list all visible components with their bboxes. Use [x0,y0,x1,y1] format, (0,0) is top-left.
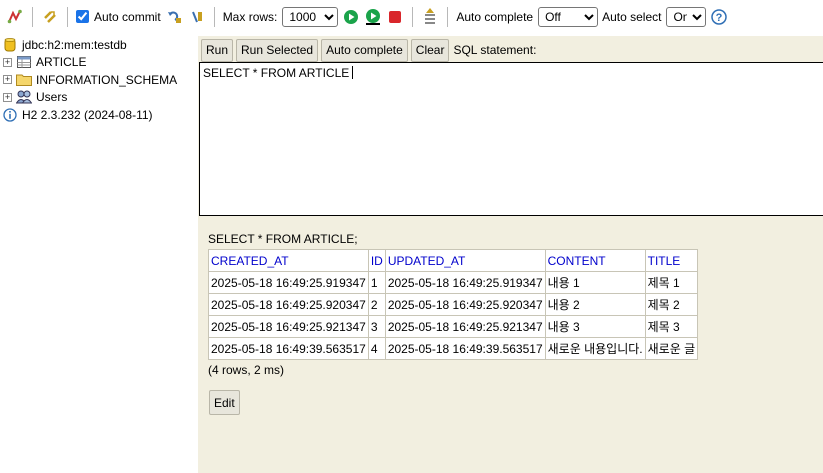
expand-icon[interactable]: + [3,75,12,85]
users-icon [16,89,32,105]
database-icon [2,37,18,53]
tree-item-label: Users [36,90,68,105]
disconnect-icon[interactable] [5,7,25,27]
expand-icon[interactable]: + [3,57,12,67]
tree-version: H2 2.3.232 (2024-08-11) [0,106,198,124]
sql-statement-label: SQL statement: [453,43,537,57]
toolbar-separator [447,6,449,27]
column-header[interactable]: UPDATED_AT [384,249,546,272]
run-icon[interactable] [341,7,361,27]
commit-icon[interactable] [187,7,207,27]
column-header[interactable]: TITLE [644,249,699,272]
toolbar-separator [412,6,414,27]
table-cell: 2025-05-18 16:49:39.563517 [208,337,369,360]
table-header-row: CREATED_AT ID UPDATED_AT CONTENT TITLE [208,249,699,272]
table-cell: 2 [367,293,386,316]
connection-label: jdbc:h2:mem:testdb [22,37,127,52]
table-cell: 새로운 글 [644,337,699,360]
table-cell: 2025-05-18 16:49:39.563517 [384,337,546,360]
auto-complete-label: Auto complete [456,9,534,24]
toolbar: Auto commit Max rows: 1000 Auto complete… [0,0,823,33]
editor-button-row: Run Run Selected Auto complete Clear SQL… [198,38,536,62]
column-header[interactable]: CREATED_AT [208,249,369,272]
table-row: 2025-05-18 16:49:25.919347 1 2025-05-18 … [208,271,699,294]
history-icon[interactable] [420,7,440,27]
run-button[interactable]: Run [201,38,234,62]
table-cell: 제목 2 [644,293,699,316]
table-cell: 2025-05-18 16:49:25.921347 [208,315,369,338]
max-rows-label: Max rows: [222,9,278,24]
rollback-icon[interactable] [165,7,185,27]
table-cell: 2025-05-18 16:49:25.920347 [384,293,546,316]
help-icon[interactable]: ? [709,7,729,27]
version-label: H2 2.3.232 (2024-08-11) [22,107,153,122]
run-selected-button[interactable]: Run Selected [236,38,319,62]
tree-item-information-schema[interactable]: + INFORMATION_SCHEMA [0,71,198,89]
run-selected-icon[interactable] [363,7,383,27]
toolbar-separator [213,6,215,27]
toolbar-separator [32,6,33,27]
clear-button[interactable]: Clear [410,38,450,62]
auto-select-select[interactable]: On [666,6,707,27]
toolbar-separator [67,6,68,27]
table-icon [16,54,32,70]
table-row: 2025-05-18 16:49:39.563517 4 2025-05-18 … [208,337,699,360]
auto-commit-toggle[interactable]: Auto commit [74,10,164,24]
table-cell: 제목 1 [644,271,699,294]
table-cell: 내용 1 [544,271,646,294]
table-row: 2025-05-18 16:49:25.921347 3 2025-05-18 … [208,315,699,338]
table-cell: 2025-05-18 16:49:25.921347 [384,315,546,338]
auto-complete-button[interactable]: Auto complete [321,38,408,62]
table-cell: 2025-05-18 16:49:25.919347 [208,271,369,294]
result-table: CREATED_AT ID UPDATED_AT CONTENT TITLE 2… [208,249,699,360]
table-cell: 3 [367,315,386,338]
tree-connection[interactable]: jdbc:h2:mem:testdb [0,36,198,54]
edit-button[interactable]: Edit [209,390,240,415]
refresh-icon[interactable] [40,7,60,27]
object-tree: jdbc:h2:mem:testdb + ARTICLE + INFORMATI… [0,36,198,473]
result-sql: SELECT * FROM ARTICLE; [208,232,358,246]
sql-text: SELECT * FROM ARTICLE [203,66,350,80]
main-panel: Run Run Selected Auto complete Clear SQL… [198,36,823,473]
stop-icon[interactable] [385,7,405,27]
result-area: SELECT * FROM ARTICLE; CREATED_AT ID UPD… [208,232,699,377]
tree-item-users[interactable]: + Users [0,89,198,107]
tree-item-article[interactable]: + ARTICLE [0,54,198,72]
row-count: (4 rows, 2 ms) [208,363,285,377]
sql-editor[interactable]: SELECT * FROM ARTICLE [199,62,823,216]
auto-commit-label: Auto commit [94,9,161,24]
tree-item-label: INFORMATION_SCHEMA [36,72,178,87]
table-cell: 내용 3 [544,315,646,338]
info-icon [2,107,18,123]
table-row: 2025-05-18 16:49:25.920347 2 2025-05-18 … [208,293,699,316]
table-cell: 제목 3 [644,315,699,338]
table-cell: 1 [367,271,386,294]
text-caret [352,66,354,79]
auto-select-label: Auto select [602,9,662,24]
column-header[interactable]: CONTENT [544,249,646,272]
column-header[interactable]: ID [367,249,386,272]
table-cell: 2025-05-18 16:49:25.920347 [208,293,369,316]
table-cell: 내용 2 [544,293,646,316]
table-cell: 2025-05-18 16:49:25.919347 [384,271,546,294]
max-rows-select[interactable]: 1000 [282,6,339,27]
table-cell: 4 [367,337,386,360]
svg-text:?: ? [716,12,723,24]
tree-item-label: ARTICLE [36,55,87,70]
expand-icon[interactable]: + [3,92,12,102]
auto-commit-checkbox[interactable] [76,10,89,23]
auto-complete-select[interactable]: Off [538,6,599,27]
folder-icon [16,72,32,88]
table-cell: 새로운 내용입니다. [544,337,646,360]
